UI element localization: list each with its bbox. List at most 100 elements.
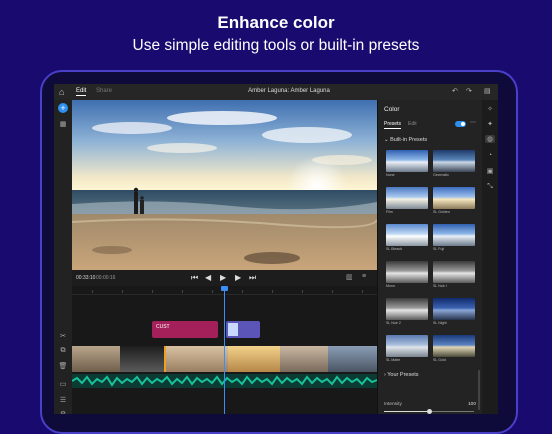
preset-thumbnail xyxy=(433,261,475,283)
preset-item[interactable]: SL Fuji xyxy=(433,224,475,251)
tab-presets[interactable]: Presets xyxy=(384,121,401,129)
chat-icon[interactable]: ▤ xyxy=(484,87,491,95)
delete-icon[interactable]: 🗑 xyxy=(57,362,69,370)
more-options-icon[interactable]: ⋯ xyxy=(470,119,476,126)
title-clip[interactable]: CUST xyxy=(152,321,218,338)
preset-thumbnail xyxy=(386,335,428,357)
preset-thumbnail xyxy=(433,150,475,172)
skip-end-icon[interactable]: ⏭ xyxy=(249,273,256,283)
preset-thumbnail xyxy=(433,335,475,357)
graphics-thumbnail xyxy=(228,323,238,336)
redo-icon[interactable]: ↷ xyxy=(466,87,472,95)
top-bar: ⌂ Edit Share Amber Laguna: Amber Laguna … xyxy=(54,84,498,101)
preset-label: Mono xyxy=(386,284,395,288)
total-timecode: 00:00:16 xyxy=(96,275,116,281)
timeline[interactable]: CUST xyxy=(71,286,378,414)
intensity-slider[interactable] xyxy=(384,409,474,414)
preset-item[interactable]: SL Golden xyxy=(433,187,475,214)
color-toggle[interactable] xyxy=(455,121,466,127)
preset-thumbnail xyxy=(386,261,428,283)
preset-item[interactable]: SL Bleach xyxy=(386,224,428,251)
graphics-clip[interactable] xyxy=(226,321,260,338)
color-icon[interactable]: ◍ xyxy=(485,135,495,143)
video-clip[interactable] xyxy=(120,346,164,372)
preset-thumbnail xyxy=(386,224,428,246)
undo-icon[interactable]: ↶ xyxy=(452,87,458,95)
skip-start-icon[interactable]: ⏮ xyxy=(191,273,198,283)
tab-share[interactable]: Share xyxy=(96,88,112,94)
speed-icon[interactable]: ◔ xyxy=(485,152,495,159)
preset-label: Film xyxy=(386,210,393,214)
intensity-value: 100 xyxy=(468,402,477,407)
color-panel: Color Presets Edit ⋯ ⌄ Built-in Presets … xyxy=(377,100,483,414)
preset-item[interactable]: Film xyxy=(386,187,428,214)
preset-label: SL Night xyxy=(433,321,447,325)
preset-item[interactable]: SL Noir 2 xyxy=(386,298,428,325)
play-icon[interactable]: ▶ xyxy=(220,273,226,282)
preset-thumbnail xyxy=(386,150,428,172)
your-presets-header[interactable]: › Your Presets xyxy=(384,372,419,378)
playhead-handle[interactable] xyxy=(221,286,228,291)
preset-item[interactable]: Mono xyxy=(386,261,428,288)
preset-label: Cinematic xyxy=(433,173,449,177)
transform-icon[interactable]: ⤡ xyxy=(485,183,495,191)
title-clip-label: CUST xyxy=(156,324,170,330)
panel-scrollbar[interactable] xyxy=(478,370,480,410)
track-icon[interactable]: ▭ xyxy=(57,380,69,388)
preset-label: SL Fuji xyxy=(433,247,445,251)
step-back-icon[interactable]: ◀ xyxy=(205,273,211,282)
duplicate-icon[interactable]: ⧉ xyxy=(57,347,69,355)
preset-thumbnail xyxy=(386,187,428,209)
beach-scene xyxy=(72,100,377,270)
preset-label: None xyxy=(386,173,395,177)
project-icon[interactable]: ▦ xyxy=(57,120,69,128)
video-clip[interactable] xyxy=(328,346,377,372)
preset-label: SL Noir I xyxy=(433,284,447,288)
hero-title: Enhance color xyxy=(217,13,335,32)
volume-meter-icon[interactable]: ▥ xyxy=(346,273,353,281)
video-clip[interactable] xyxy=(164,346,230,372)
current-timecode: 00:33:10 xyxy=(76,275,96,281)
video-clip[interactable] xyxy=(72,346,120,372)
app-screen: ⌂ Edit Share Amber Laguna: Amber Laguna … xyxy=(54,84,498,414)
scissors-icon[interactable]: ✂ xyxy=(57,332,69,340)
preset-item[interactable]: SL Gold xyxy=(433,335,475,362)
playhead[interactable] xyxy=(224,286,225,414)
built-in-presets-header[interactable]: ⌄ Built-in Presets xyxy=(384,137,427,143)
intensity-label: Intensity xyxy=(384,402,402,407)
preset-item[interactable]: Cinematic xyxy=(433,150,475,177)
tab-edit-color[interactable]: Edit xyxy=(408,121,417,127)
step-forward-icon[interactable]: ▶ xyxy=(235,273,241,282)
preset-thumbnail xyxy=(433,224,475,246)
hero-subtitle: Use simple editing tools or built-in pre… xyxy=(132,37,420,54)
document-title: Amber Laguna: Amber Laguna xyxy=(248,88,330,94)
text-icon[interactable]: ▣ xyxy=(485,167,495,175)
preset-thumbnail xyxy=(386,298,428,320)
magic-icon[interactable]: ✦ xyxy=(485,120,495,128)
preset-thumbnail xyxy=(433,187,475,209)
preset-item[interactable]: SL Night xyxy=(433,298,475,325)
preset-item[interactable]: SL Noir I xyxy=(433,261,475,288)
panel-title: Color xyxy=(384,106,400,113)
right-toolbar: ✧ ✦ ◍ ◔ ▣ ⤡ xyxy=(482,100,498,414)
menu-icon[interactable]: ≡ xyxy=(362,273,366,280)
left-toolbar: + ▦ ✂ ⧉ 🗑 ▭ ☰ ⚙ xyxy=(54,100,72,414)
video-clip[interactable] xyxy=(228,346,280,372)
intensity-slider-fill xyxy=(384,411,429,412)
video-clip[interactable] xyxy=(280,346,328,372)
preset-label: SL Noir 2 xyxy=(386,321,401,325)
tab-edit[interactable]: Edit xyxy=(76,88,87,96)
preset-item[interactable]: SL Matte xyxy=(386,335,428,362)
preset-label: SL Gold xyxy=(433,358,446,362)
intensity-slider-knob[interactable] xyxy=(427,409,432,414)
video-preview[interactable] xyxy=(72,100,377,270)
preset-thumbnail xyxy=(433,298,475,320)
transport-bar: 00:33:10 00:00:16 ⏮ ◀ ▶ ▶ ⏭ ▥ ≡ xyxy=(72,270,377,286)
list-icon[interactable]: ☰ xyxy=(57,396,69,404)
home-icon[interactable]: ⌂ xyxy=(59,87,64,97)
effects-icon[interactable]: ✧ xyxy=(485,105,495,113)
preset-label: SL Golden xyxy=(433,210,450,214)
settings-icon[interactable]: ⚙ xyxy=(57,410,69,414)
preset-item[interactable]: None xyxy=(386,150,428,177)
add-media-button[interactable]: + xyxy=(58,103,68,113)
